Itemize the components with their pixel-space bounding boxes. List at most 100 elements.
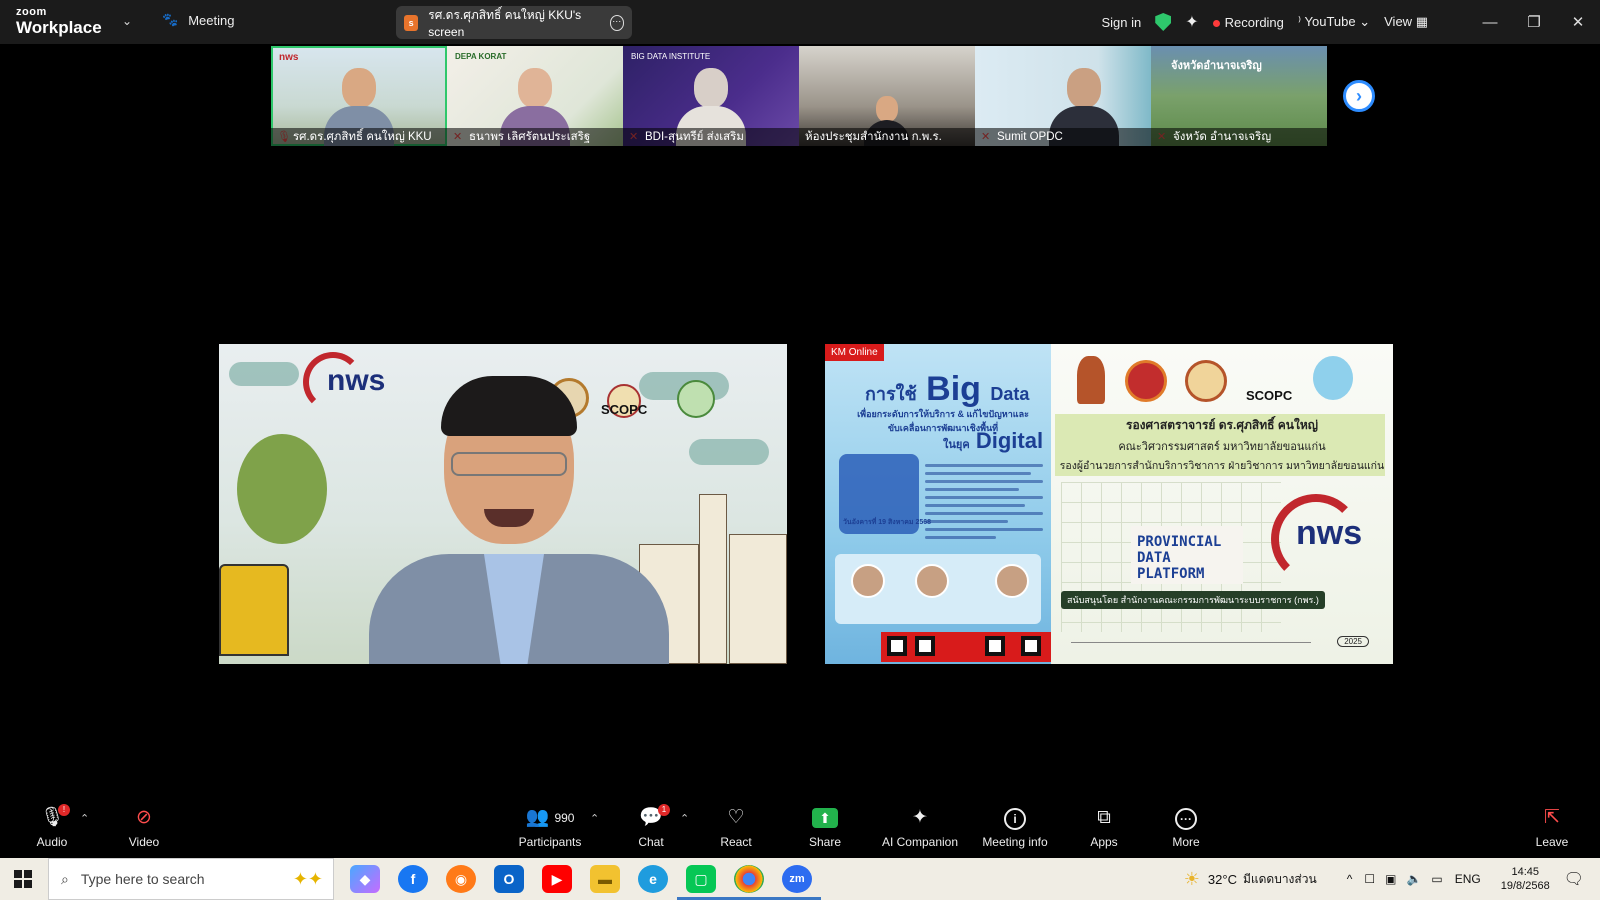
participant-thumbnail-strip: nws 🎙 รศ.ดร.ศุภสิทธิ์ คนใหญ่ KKU DEPA KO… [271,46,1327,146]
copilot-app-icon[interactable]: ◆ [350,865,380,893]
search-highlight-icon: ✦✦ [292,868,323,889]
logo-workplace-text: Workplace [16,18,102,37]
share-icon-wrap: ⬆ [785,802,865,834]
restore-button[interactable]: ❐ [1512,13,1556,31]
slide-year: 2025 [1337,636,1369,647]
input-language[interactable]: ENG [1455,872,1481,886]
audio-options-caret[interactable]: ⌃ [80,812,89,825]
poster-title: การใช้ Big Data [865,370,1029,409]
slide-divider [1071,642,1311,643]
chevron-down-icon: ⌄ [1359,14,1371,29]
more-options-icon[interactable]: ··· [609,14,624,31]
participant-name: Sumit OPDC [975,128,1151,146]
slide-affiliation: คณะวิศวกรรมศาสตร์ มหาวิทยาลัยขอนแก่น [1118,441,1326,453]
close-button[interactable]: ✕ [1556,13,1600,31]
apps-button[interactable]: ⧉ Apps [1064,802,1144,858]
facebook-app-icon[interactable]: f [398,865,428,893]
tree-decoration [237,434,327,544]
thumb-banner-text: จังหวัดอำนาจเจริญ [1171,60,1262,72]
line-app-icon[interactable]: ▢ [677,865,725,900]
engineering-seal [1125,360,1167,402]
camera-icon[interactable]: ▣ [1385,872,1396,886]
poster-agenda [925,464,1043,544]
share-button[interactable]: ⬆ Share [785,802,865,858]
participant-thumbnail[interactable]: nws 🎙 รศ.ดร.ศุภสิทธิ์ คนใหญ่ KKU [271,46,447,146]
network-icon[interactable]: ☐ [1364,872,1375,886]
video-label: Video [128,835,160,849]
chevron-up-icon[interactable]: ^ [1347,872,1353,886]
notification-icon[interactable]: 🗨 [1564,869,1584,889]
event-poster: KM Online การใช้ Big Data เพื่อยกระดับกา… [825,344,1051,664]
chrome-app-icon[interactable] [725,865,773,900]
meeting-label: Meeting [188,12,235,28]
speaker-figure [359,364,679,664]
qr-code-icon [1021,636,1041,656]
sharer-avatar: s [404,14,419,31]
video-button[interactable]: ⊘ Video [104,802,184,858]
shared-screen-tile[interactable]: KM Online การใช้ Big Data เพื่อยกระดับกา… [825,344,1393,664]
taskbar-search-box[interactable]: ⌕ Type here to search ✦✦ [48,858,334,900]
leave-icon: ⇱ [1544,807,1560,828]
chat-button[interactable]: 💬 1 Chat [611,802,691,858]
more-icon-wrap: ··· [1146,802,1226,834]
meeting-info-button[interactable]: i Meeting info [965,802,1065,858]
outlook-app-icon[interactable]: O [494,865,524,893]
ai-companion-label: AI Companion [881,835,959,849]
participant-thumbnail[interactable]: จังหวัดอำนาจเจริญ ✕ จังหวัด อำนาจเจริญ [1151,46,1327,146]
slide-platform-title: PROVINCIAL DATA PLATFORM [1131,526,1243,584]
thumb-org-logo: DEPA KORAT [455,52,507,61]
participant-thumbnail[interactable]: ✕ Sumit OPDC [975,46,1151,146]
share-pill-label: รศ.ดร.ศุภสิทธิ์ คนใหญ่ KKU's screen [428,8,582,39]
participant-thumbnail[interactable]: BIG DATA INSTITUTE ✕ BDI-สุนทรีย์ ส่งเสร… [623,46,799,146]
youtube-live-button[interactable]: ⁾ YouTube ⌄ [1298,14,1370,30]
search-placeholder: Type here to search [80,871,205,887]
youtube-app-icon[interactable]: ▶ [542,865,572,893]
security-shield-icon[interactable] [1155,13,1172,31]
recording-indicator[interactable]: Recording [1212,15,1284,30]
scopc-logo: SCOPC [1246,388,1293,403]
react-label: React [720,835,752,849]
windows-start-button[interactable] [14,870,32,888]
zoom-app-icon[interactable]: zm [773,865,821,900]
participant-thumbnail[interactable]: ห้องประชุมสำนักงาน ก.พ.ร. [799,46,975,146]
grid-view-icon: ▦ [1415,14,1428,29]
meeting-menu-button[interactable]: 🐾 Meeting [162,12,234,28]
weather-temp[interactable]: 32°C [1208,872,1237,887]
audio-button[interactable]: 🎙! Audio [12,802,92,858]
participant-name: ห้องประชุมสำนักงาน ก.พ.ร. [799,128,975,146]
broadcast-icon: ⁾ [1297,14,1302,29]
participants-options-caret[interactable]: ⌃ [590,812,599,825]
weather-icon: ☀ [1183,868,1200,889]
screen-share-indicator[interactable]: s รศ.ดร.ศุภสิทธิ์ คนใหญ่ KKU's screen ··… [396,6,632,39]
leave-button[interactable]: ⇱ Leave [1512,802,1592,858]
thumb-org-logo: nws [279,52,299,63]
chevron-down-icon[interactable]: ⌄ [122,14,132,28]
minimize-button[interactable]: — [1468,14,1512,31]
ai-sparkle-icon[interactable]: ✦ [1185,12,1198,32]
logo-zoom-text: zoom [16,6,47,18]
react-button[interactable]: ♡ React [696,802,776,858]
firefox-app-icon[interactable]: ◉ [446,865,476,893]
windows-taskbar: ⌕ Type here to search ✦✦ ◆ f ◉ O ▶ ▬ e ▢… [0,858,1600,900]
weather-desc[interactable]: มีแดดบางส่วน [1243,870,1317,889]
file-explorer-icon[interactable]: ▬ [590,865,620,893]
sign-in-button[interactable]: Sign in [1101,15,1141,30]
slide-speaker-name: รองศาสตราจารย์ ดร.ศุภสิทธิ์ คนใหญ่ [1126,418,1318,432]
more-button[interactable]: ··· More [1146,802,1226,858]
participant-name: ธนาพร เลิศรัตนประเสริฐ [447,128,623,146]
taskbar-clock[interactable]: 14:45 19/8/2568 [1501,865,1550,893]
view-button[interactable]: View ▦ [1384,14,1428,30]
apps-label: Apps [1090,835,1118,849]
chat-options-caret[interactable]: ⌃ [680,812,689,825]
edge-app-icon[interactable]: e [638,865,668,893]
ai-companion-button[interactable]: ✦ AI Companion [870,802,970,858]
clock-date: 19/8/2568 [1500,880,1550,892]
next-page-button[interactable]: › [1343,80,1375,112]
speaker-video-tile[interactable]: nws SCOPC [219,344,787,664]
speaker-photo [995,564,1029,598]
volume-icon[interactable]: 🔈 [1406,872,1421,886]
participants-button[interactable]: 👥 990 Participants [500,802,600,858]
participant-thumbnail[interactable]: DEPA KORAT ✕ ธนาพร เลิศรัตนประเสริฐ [447,46,623,146]
wifi-icon[interactable]: ▭ [1431,872,1442,886]
zoom-logo: zoom Workplace [16,6,102,37]
